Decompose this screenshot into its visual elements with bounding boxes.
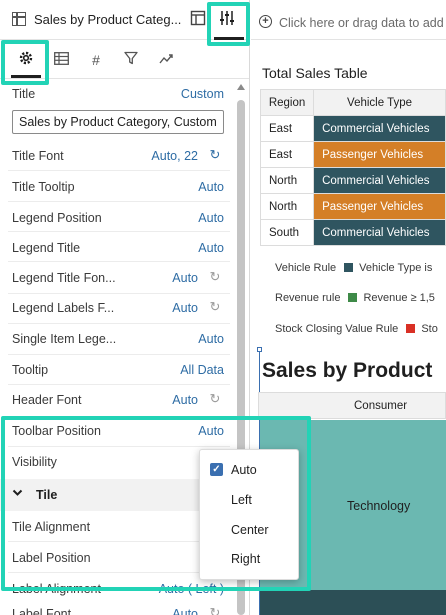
single-item-legend-row: Single Item Lege... Auto (12, 325, 224, 355)
column-header-vehicle-type[interactable]: Vehicle Type (313, 89, 446, 116)
property-value[interactable]: Auto (172, 301, 198, 315)
property-value[interactable]: Auto (172, 393, 198, 407)
vehicle-type-cell[interactable]: Commercial Vehicles (313, 167, 446, 194)
rule-swatch (406, 324, 416, 333)
property-label: Legend Title (12, 241, 81, 255)
tooltip-row: Tooltip All Data (12, 356, 224, 386)
drop-zone-bar[interactable]: + Click here or drag data to add (251, 0, 446, 40)
property-value[interactable]: Auto (198, 332, 224, 346)
legend-labels-font-row: Legend Labels F... Auto ↻ (12, 294, 224, 324)
legend-title-row: Legend Title Auto (12, 234, 224, 264)
highlight-box-properties-icon (207, 2, 250, 46)
vehicle-type-cell[interactable]: Commercial Vehicles (313, 219, 446, 246)
divider (8, 231, 230, 232)
highlight-box-toolbar-position (1, 416, 311, 591)
property-value[interactable]: All Data (180, 363, 224, 377)
region-cell[interactable]: North (259, 167, 315, 194)
layout-icon[interactable] (190, 10, 208, 28)
rule-legend-item: Vehicle Rule Vehicle Type is (275, 262, 432, 274)
treemap-tile[interactable] (260, 590, 446, 615)
column-header-region[interactable]: Region (259, 89, 315, 116)
visualization-title[interactable]: Sales by Product Categ... (34, 12, 181, 27)
legend-title-font-row: Legend Title Fon... Auto ↻ (12, 264, 224, 294)
property-value[interactable]: Auto (172, 607, 198, 615)
title-mode-value[interactable]: Custom (181, 87, 224, 101)
divider (8, 170, 230, 171)
property-label: Legend Position (12, 211, 102, 225)
divider (8, 354, 230, 355)
region-cell[interactable]: East (259, 115, 315, 142)
title-label: Title (12, 87, 36, 101)
analytics-trend-icon[interactable] (156, 50, 176, 70)
reset-icon[interactable]: ↻ (208, 148, 222, 162)
rule-legend-item: Revenue rule Revenue ≥ 1,5 (275, 292, 435, 304)
property-label: Legend Title Fon... (12, 271, 116, 285)
reset-icon[interactable]: ↻ (208, 392, 222, 406)
scroll-up-arrow-icon[interactable] (237, 84, 245, 90)
tile-label: Technology (347, 499, 411, 513)
rule-swatch (344, 263, 354, 272)
rule-name: Revenue rule (275, 292, 341, 304)
property-value[interactable]: Auto, 22 (151, 149, 198, 163)
title-tooltip-row: Title Tooltip Auto (12, 173, 224, 203)
rule-description: Vehicle Type is (359, 262, 433, 274)
title-font-row: Title Font Auto, 22 ↻ (12, 142, 224, 172)
property-value[interactable]: Auto (172, 271, 198, 285)
highlight-box-general-tab (1, 40, 49, 85)
region-cell[interactable]: South (259, 219, 315, 246)
table-row[interactable]: East Passenger Vehicles (259, 141, 446, 168)
property-label: Title Font (12, 149, 64, 163)
label-font-row: Label Font Auto ↻ (12, 600, 224, 615)
number-hash-icon[interactable]: # (86, 50, 106, 70)
sales-table: Region Vehicle Type East Commercial Vehic… (259, 89, 446, 246)
filter-icon[interactable] (121, 50, 141, 70)
divider (8, 384, 230, 385)
divider (8, 323, 230, 324)
table-grid-icon[interactable] (51, 50, 71, 70)
property-value[interactable]: Auto (198, 211, 224, 225)
rule-legend-item: Stock Closing Value Rule Sto (275, 323, 438, 335)
property-label: Title Tooltip (12, 180, 75, 194)
drop-zone-placeholder[interactable]: Click here or drag data to add (279, 16, 444, 30)
column-header-consumer: Consumer (258, 392, 446, 419)
property-value[interactable]: Auto (198, 180, 224, 194)
region-cell[interactable]: North (259, 193, 315, 220)
table-title: Total Sales Table (262, 65, 368, 81)
table-row[interactable]: East Commercial Vehicles (259, 115, 446, 142)
add-circle-icon[interactable]: + (259, 15, 272, 28)
table-row[interactable]: North Commercial Vehicles (259, 167, 446, 194)
property-label: Legend Labels F... (12, 301, 115, 315)
divider (8, 201, 230, 202)
table-row[interactable]: South Commercial Vehicles (259, 219, 446, 246)
legend-position-row: Legend Position Auto (12, 204, 224, 234)
table-viz-icon (12, 12, 26, 26)
chart-title: Sales by Product (262, 359, 433, 382)
property-label: Single Item Lege... (12, 332, 117, 346)
property-value[interactable]: Auto (198, 241, 224, 255)
property-label: Header Font (12, 393, 82, 407)
vehicle-type-cell[interactable]: Passenger Vehicles (313, 193, 446, 220)
title-input[interactable] (12, 110, 224, 134)
reset-icon[interactable]: ↻ (208, 300, 222, 314)
table-row[interactable]: North Passenger Vehicles (259, 193, 446, 220)
rule-description: Sto (421, 323, 438, 335)
header-font-row: Header Font Auto ↻ (12, 386, 224, 416)
reset-icon[interactable]: ↻ (208, 270, 222, 284)
rule-swatch (348, 293, 358, 302)
rule-name: Stock Closing Value Rule (275, 323, 399, 335)
column-header-label: Consumer (354, 400, 408, 412)
region-cell[interactable]: East (259, 141, 315, 168)
rule-name: Vehicle Rule (275, 262, 337, 274)
divider (8, 261, 230, 262)
rule-description: Revenue ≥ 1,5 (363, 292, 435, 304)
vehicle-type-cell[interactable]: Passenger Vehicles (313, 141, 446, 168)
reset-icon[interactable]: ↻ (208, 606, 222, 615)
vehicle-type-cell[interactable]: Commercial Vehicles (313, 115, 446, 142)
property-label: Label Font (12, 607, 72, 615)
property-label: Tooltip (12, 363, 49, 377)
